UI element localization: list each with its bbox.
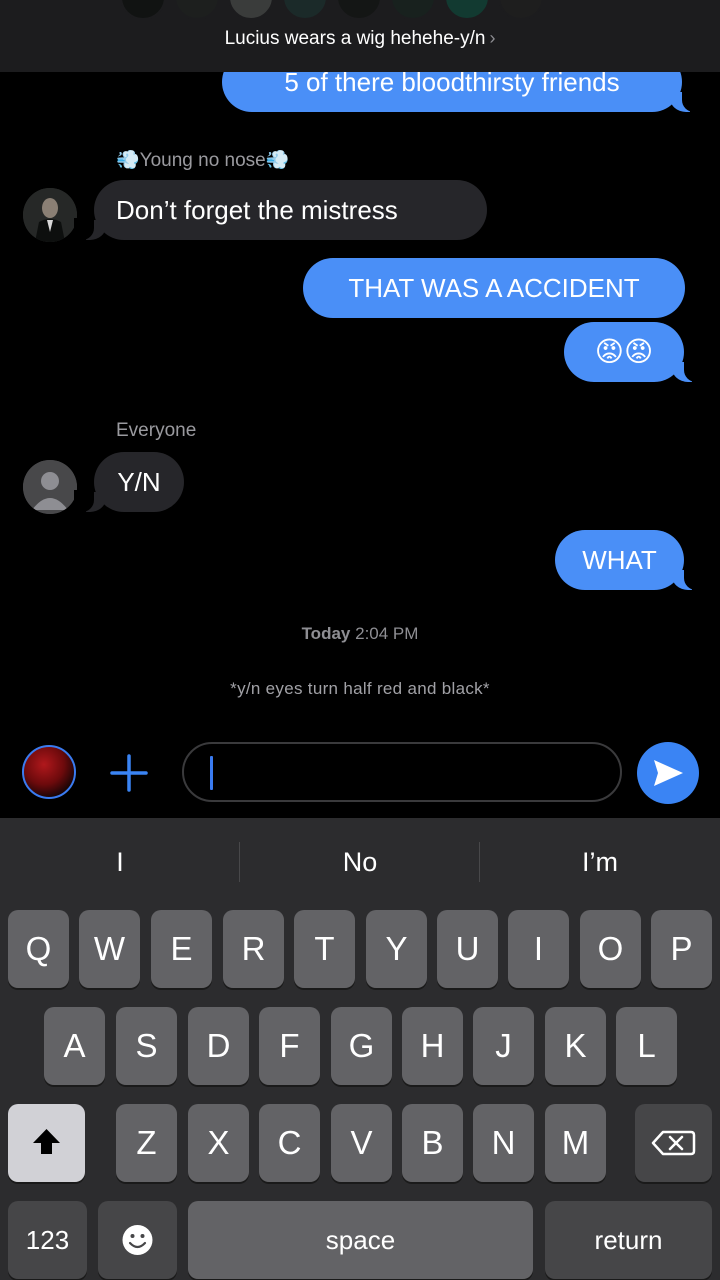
- emoji-key[interactable]: [98, 1201, 177, 1279]
- chat-title[interactable]: Lucius wears a wig hehehe-y/n ›: [0, 28, 720, 50]
- group-member-avatar: [498, 0, 544, 20]
- outgoing-message[interactable]: THAT WAS A ACCIDENT: [303, 258, 685, 318]
- key-q[interactable]: Q: [8, 910, 69, 988]
- my-avatar[interactable]: [22, 745, 76, 799]
- key-c[interactable]: C: [259, 1104, 320, 1182]
- key-l[interactable]: L: [616, 1007, 677, 1085]
- plus-icon[interactable]: [104, 748, 154, 798]
- key-m[interactable]: M: [545, 1104, 606, 1182]
- space-key[interactable]: space: [188, 1201, 533, 1279]
- group-member-avatar: [390, 0, 436, 20]
- key-o[interactable]: O: [580, 910, 641, 988]
- sender-name: Everyone: [116, 420, 197, 441]
- chat-header[interactable]: Lucius wears a wig hehehe-y/n ›: [0, 0, 720, 72]
- message-text: Don’t forget the mistress: [116, 195, 398, 225]
- message-input[interactable]: [182, 742, 622, 802]
- chevron-right-icon: ›: [489, 28, 496, 48]
- backspace-icon: [651, 1130, 696, 1156]
- numbers-key[interactable]: 123: [8, 1201, 87, 1279]
- key-a[interactable]: A: [44, 1007, 105, 1085]
- key-e[interactable]: E: [151, 910, 212, 988]
- message-text: THAT WAS A ACCIDENT: [348, 273, 640, 303]
- backspace-key[interactable]: [635, 1104, 712, 1182]
- key-i[interactable]: I: [508, 910, 569, 988]
- key-j[interactable]: J: [473, 1007, 534, 1085]
- key-p[interactable]: P: [651, 910, 712, 988]
- group-member-avatar: [120, 0, 166, 20]
- incoming-message[interactable]: Y/N: [74, 452, 184, 512]
- group-member-avatar: [444, 0, 490, 20]
- key-k[interactable]: K: [545, 1007, 606, 1085]
- shift-arrow-icon: [33, 1129, 60, 1154]
- message-text: Y/N: [117, 467, 161, 497]
- chat-title-text: Lucius wears a wig hehehe-y/n: [224, 28, 486, 49]
- sender-avatar[interactable]: [23, 188, 77, 242]
- key-x[interactable]: X: [188, 1104, 249, 1182]
- group-member-avatar: [228, 0, 274, 20]
- incoming-message[interactable]: Don’t forget the mistress: [74, 180, 487, 240]
- key-b[interactable]: B: [402, 1104, 463, 1182]
- key-u[interactable]: U: [437, 910, 498, 988]
- sender-avatar[interactable]: [23, 460, 77, 514]
- message-text: WHAT: [582, 545, 657, 575]
- timestamp-time: 2:04 PM: [355, 624, 419, 643]
- outgoing-message[interactable]: 😡😡: [564, 322, 704, 382]
- group-member-avatar: [282, 0, 328, 20]
- suggestion-3[interactable]: I’m: [480, 818, 720, 906]
- keyboard[interactable]: I No I’m Q W E R T Y U I O P A S D F G H…: [0, 818, 720, 1280]
- key-t[interactable]: T: [294, 910, 355, 988]
- timestamp-day: Today: [301, 624, 351, 643]
- return-key[interactable]: return: [545, 1201, 712, 1279]
- group-member-avatar: [336, 0, 382, 20]
- send-button[interactable]: [637, 742, 699, 804]
- text-caret: [210, 756, 213, 790]
- key-h[interactable]: H: [402, 1007, 463, 1085]
- key-g[interactable]: G: [331, 1007, 392, 1085]
- send-arrow-icon: [654, 760, 683, 786]
- key-s[interactable]: S: [116, 1007, 177, 1085]
- key-w[interactable]: W: [79, 910, 140, 988]
- message-timestamp: Today 2:04 PM: [0, 624, 720, 644]
- sender-avatar-photo: [23, 188, 77, 242]
- shift-key[interactable]: [8, 1104, 85, 1182]
- suggestion-2[interactable]: No: [240, 818, 480, 906]
- emoji-icon: [122, 1225, 153, 1255]
- outgoing-message[interactable]: WHAT: [555, 530, 704, 590]
- person-silhouette-icon: [23, 460, 77, 514]
- key-y[interactable]: Y: [366, 910, 427, 988]
- sender-name: 💨Young no nose💨: [116, 150, 290, 171]
- message-text: 😡😡: [594, 336, 654, 367]
- group-member-avatar: [174, 0, 220, 20]
- group-avatars[interactable]: [120, 0, 600, 20]
- key-v[interactable]: V: [331, 1104, 392, 1182]
- key-f[interactable]: F: [259, 1007, 320, 1085]
- key-n[interactable]: N: [473, 1104, 534, 1182]
- key-d[interactable]: D: [188, 1007, 249, 1085]
- suggestion-1[interactable]: I: [0, 818, 240, 906]
- system-note: *y/n eyes turn half red and black*: [230, 679, 490, 698]
- key-z[interactable]: Z: [116, 1104, 177, 1182]
- key-r[interactable]: R: [223, 910, 284, 988]
